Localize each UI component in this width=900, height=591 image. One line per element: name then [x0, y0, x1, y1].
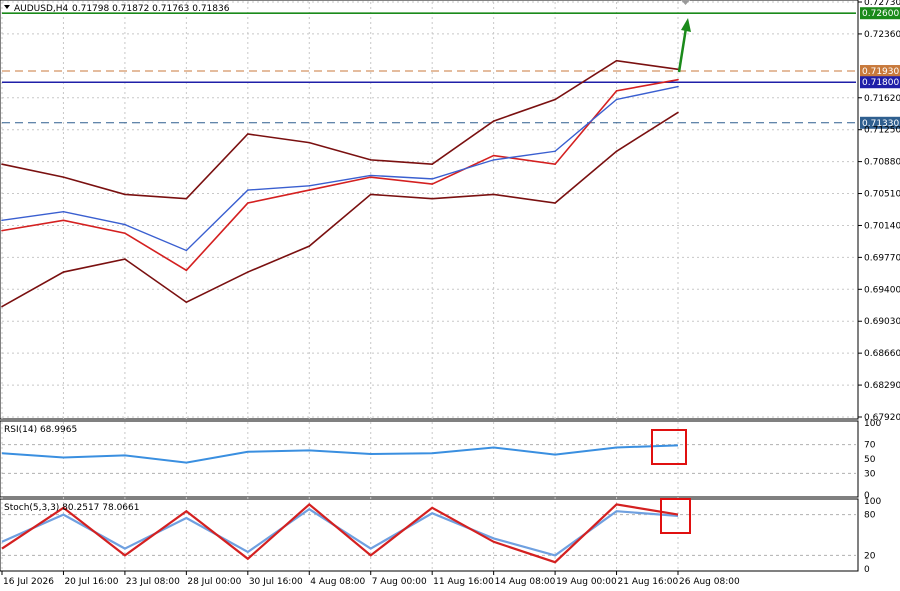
price-tick-label: 0.72730: [864, 0, 900, 8]
header-symbol: AUDUSD,H4: [14, 4, 69, 14]
time-tick-label: 28 Jul 00:00: [187, 577, 241, 587]
time-tick-label: 4 Aug 08:00: [310, 577, 365, 587]
price-tick-label: 0.70510: [864, 190, 900, 200]
chart-window: 0.726000.719300.718000.71330 10070503001…: [0, 0, 900, 587]
series-point: [62, 271, 65, 273]
header-quotes: 0.71798 0.71872 0.71763 0.71836: [72, 4, 230, 14]
series-point: [308, 141, 311, 144]
time-tick-label: 30 Jul 16:00: [249, 577, 303, 587]
series-point: [185, 197, 188, 200]
price-level-label: 0.71930: [862, 67, 899, 77]
stoch-tick-label: 100: [864, 497, 881, 507]
time-tick-label: 7 Aug 00:00: [372, 577, 427, 587]
series-point: [1, 219, 3, 222]
series-point: [677, 85, 679, 88]
series-point: [492, 120, 495, 122]
series-point: [185, 269, 188, 272]
series-point: [492, 159, 495, 161]
series-point: [554, 202, 556, 204]
series-point: [124, 232, 126, 235]
rsi-tick-label: 30: [864, 469, 876, 479]
series-point: [124, 193, 126, 196]
price-tick-label: 0.71620: [864, 94, 900, 104]
series-point: [1, 163, 3, 166]
series-point: [431, 183, 433, 185]
series-point: [615, 59, 618, 62]
main-pane[interactable]: [0, 0, 859, 420]
series-point: [247, 133, 249, 135]
price-level-label: 0.71800: [862, 78, 899, 88]
price-axis: 0.72730 0.72360 0.71620 0.71250 0.70880 0.705…: [858, 0, 900, 423]
time-tick-label: 26 Aug 08:00: [679, 577, 740, 587]
time-axis: 16 Jul 2026 20 Jul 16:00 23 Jul 08:00 28 Ju…: [1, 571, 740, 587]
series-point: [247, 189, 249, 191]
rsi-title: RSI(14) 68.9965: [4, 425, 77, 435]
time-tick-label: 20 Jul 16:00: [64, 577, 118, 587]
series-point: [308, 245, 311, 247]
time-tick-label: 11 Aug 16:00: [433, 577, 494, 587]
series-point: [615, 150, 618, 153]
price-tick-label: 0.69400: [864, 285, 900, 295]
series-point: [369, 193, 372, 196]
time-tick-label: 21 Aug 16:00: [618, 577, 679, 587]
price-level-label: 0.72600: [862, 9, 899, 19]
series-point: [62, 176, 65, 178]
series-point: [677, 78, 679, 81]
series-point: [124, 258, 126, 260]
series-point: [62, 210, 65, 213]
price-tick-label: 0.72360: [864, 30, 900, 40]
series-point: [62, 219, 65, 222]
rsi-tick-label: 70: [864, 441, 876, 451]
series-point: [615, 98, 618, 101]
price-tick-label: 0.69030: [864, 317, 900, 327]
stoch-title: Stoch(5,3,3) 80.2517 78.0661: [4, 503, 139, 513]
series-point: [369, 176, 372, 178]
rsi-tick-label: 50: [864, 455, 876, 465]
series-point: [492, 193, 495, 196]
series-point: [247, 202, 249, 204]
stoch-tick-label: 20: [864, 551, 876, 561]
price-tick-label: 0.71250: [864, 126, 900, 136]
time-tick-label: 16 Jul 2026: [3, 577, 54, 587]
series-point: [431, 163, 433, 166]
series-point: [308, 184, 311, 187]
rsi-pane[interactable]: [0, 420, 859, 498]
price-tick-label: 0.70140: [864, 221, 900, 231]
price-tick-label: 0.68660: [864, 349, 900, 359]
stoch-tick-label: 80: [864, 511, 876, 521]
price-tick-label: 0.70880: [864, 158, 900, 168]
series-point: [554, 150, 556, 153]
series-point: [677, 111, 679, 114]
price-tick-label: 0.68290: [864, 381, 900, 391]
series-point: [554, 98, 556, 101]
series-point: [431, 178, 433, 180]
stoch-tick-label: 0: [864, 565, 870, 575]
series-point: [492, 154, 495, 157]
series-point: [124, 223, 126, 226]
time-tick-label: 23 Jul 08:00: [126, 577, 180, 587]
series-point: [554, 163, 556, 166]
time-tick-label: 14 Aug 08:00: [495, 577, 556, 587]
series-point: [185, 249, 188, 252]
series-point: [369, 159, 372, 161]
series-point: [615, 90, 618, 92]
time-tick-label: 19 Aug 00:00: [556, 577, 617, 587]
series-point: [369, 174, 372, 177]
series-point: [1, 229, 3, 232]
series-point: [1, 305, 3, 308]
series-point: [247, 271, 249, 273]
price-tick-label: 0.69770: [864, 253, 900, 263]
price-tick-label: 0.67920: [864, 413, 900, 423]
series-point: [431, 197, 433, 200]
series-point: [308, 189, 311, 191]
series-point: [185, 301, 188, 304]
